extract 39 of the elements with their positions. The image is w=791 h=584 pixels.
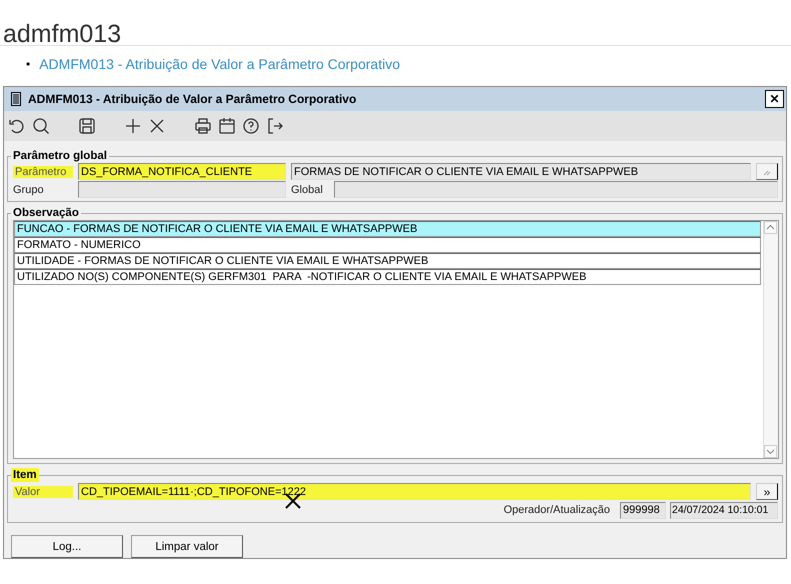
- group-title: Parâmetro global: [11, 149, 109, 163]
- exit-icon[interactable]: [266, 117, 284, 135]
- help-icon[interactable]: [242, 117, 260, 135]
- bullet: •: [26, 57, 30, 71]
- input-field[interactable]: FORMAS DE NOTIFICAR O CLIENTE VIA EMAIL E WHATSAPPWEB: [291, 163, 751, 180]
- list-row[interactable]: UTILIDADE - FORMAS DE NOTIFICAR O CLIENTE VIA EMAIL E WHATSAPPWEB: [14, 253, 761, 269]
- field-label: Valor: [13, 486, 73, 498]
- page-title: admfm013: [2, 19, 122, 45]
- field-label: Operador/Atualização: [504, 504, 610, 516]
- printer-icon[interactable]: [194, 117, 212, 135]
- search-icon[interactable]: [32, 117, 50, 135]
- list-row[interactable]: FUNCAO - FORMAS DE NOTIFICAR O CLIENTE VIA EMAIL E WHATSAPPWEB: [14, 221, 761, 237]
- group-title: Item: [11, 468, 39, 482]
- action-button[interactable]: Limpar valor: [131, 535, 243, 558]
- window-title: ADMFM013 - Atribuição de Valor a Parâmetro Corporativo: [28, 92, 358, 106]
- list-row[interactable]: UTILIZADO NO(S) COMPONENTE(S) GERFM301 PARA -NOTIFICAR O CLIENTE VIA EMAIL E WHATSAPPWEB: [14, 269, 761, 285]
- close-button[interactable]: ✕: [765, 90, 784, 108]
- undo-icon[interactable]: [8, 117, 26, 135]
- save-icon[interactable]: [78, 117, 96, 135]
- scrollbar[interactable]: [763, 221, 778, 458]
- field-label: Global: [291, 184, 324, 196]
- input-field[interactable]: [78, 181, 286, 198]
- field-label: Grupo: [13, 184, 45, 196]
- list-row[interactable]: FORMATO - NUMERICO: [14, 237, 761, 253]
- lookup-button[interactable]: [756, 163, 778, 180]
- group-title: Observação: [11, 206, 81, 220]
- input-field[interactable]: [334, 181, 778, 198]
- field-label: Parâmetro: [13, 166, 73, 178]
- plus-icon[interactable]: [124, 117, 142, 135]
- document-icon: [10, 92, 22, 106]
- input-field[interactable]: CD_TIPOEMAIL=1111·;CD_TIPOFONE=1222: [78, 483, 751, 500]
- input-field[interactable]: DS_FORMA_NOTIFICA_CLIENTE: [78, 163, 286, 180]
- expand-button[interactable]: »: [756, 483, 778, 500]
- input-field[interactable]: 999998: [620, 502, 666, 518]
- calendar-icon[interactable]: [218, 117, 236, 135]
- action-button[interactable]: Log...: [11, 535, 123, 558]
- close-icon[interactable]: [148, 117, 166, 135]
- page-link[interactable]: ADMFM013 - Atribuição de Valor a Parâmetro Corporativo: [39, 56, 400, 72]
- input-field[interactable]: 24/07/2024 10:10:01: [670, 502, 778, 518]
